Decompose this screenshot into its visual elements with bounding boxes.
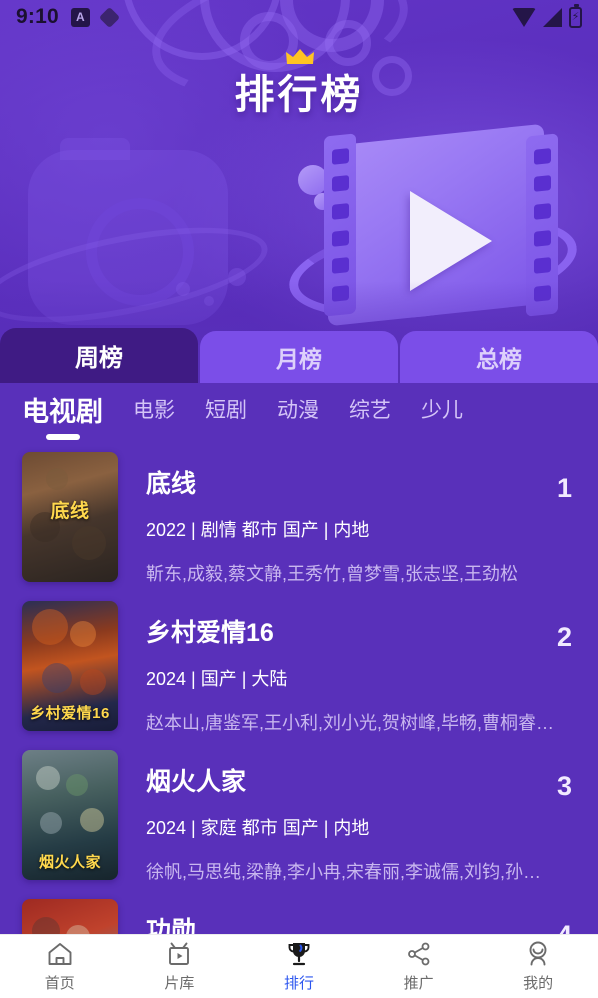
- page-title: 排行榜: [0, 49, 598, 120]
- tab-monthly[interactable]: 月榜: [200, 331, 398, 383]
- list-item[interactable]: 乡村爱情16 乡村爱情16 2024 | 国产 | 大陆 赵本山,唐鉴军,王小利…: [0, 594, 598, 743]
- list-item-cast: 赵本山,唐鉴军,王小利,刘小光,贺树峰,毕畅,曹桐睿,张…: [146, 713, 556, 733]
- battery-charging-icon: ⚡: [569, 3, 582, 28]
- camera-watermark-top: [60, 138, 130, 160]
- tab-overall-label: 总榜: [476, 346, 522, 372]
- poster-thumbnail[interactable]: 功勋: [22, 899, 118, 935]
- list-item-title: 功勋: [146, 917, 197, 935]
- list-item[interactable]: 功勋 功勋 4: [0, 892, 598, 935]
- category-variety-label: 综艺: [349, 399, 391, 422]
- poster-thumbnail[interactable]: 烟火人家: [22, 750, 118, 880]
- category-variety[interactable]: 综艺: [349, 394, 391, 434]
- list-item-info: 功勋: [118, 899, 578, 935]
- nav-item-promotion-label: 推广: [403, 975, 434, 992]
- category-short-drama-label: 短剧: [205, 399, 247, 422]
- rank-number: 4: [556, 920, 572, 935]
- ranking-list[interactable]: 底线 底线 2022 | 剧情 都市 国产 | 内地 靳东,成毅,蔡文静,王秀竹…: [0, 445, 598, 935]
- tab-weekly-label: 周榜: [75, 345, 123, 372]
- list-item-cast: 徐帆,马思纯,梁静,李小冉,宋春丽,李诚儒,刘钧,孙千,王…: [146, 862, 556, 882]
- category-tv-series-label: 电视剧: [22, 396, 103, 427]
- category-anime[interactable]: 动漫: [277, 394, 319, 434]
- page-title-text: 排行榜: [234, 73, 364, 117]
- list-item-info: 底线 2022 | 剧情 都市 国产 | 内地 靳东,成毅,蔡文静,王秀竹,曾梦…: [118, 452, 578, 586]
- app-screen: 排行榜 9:10 A ⚡ 周榜 月榜 总榜 电视剧 电影 短剧 动漫 综艺 少儿: [0, 0, 598, 998]
- hero-banner: 排行榜: [0, 0, 598, 345]
- poster-thumbnail[interactable]: 底线: [22, 452, 118, 582]
- list-item-meta: 2024 | 国产 | 大陆: [146, 669, 288, 689]
- status-bar-left: 9:10 A: [16, 5, 120, 29]
- list-item[interactable]: 烟火人家 烟火人家 2024 | 家庭 都市 国产 | 内地 徐帆,马思纯,梁静…: [0, 743, 598, 892]
- rank-number: 2: [556, 622, 572, 652]
- nav-item-home[interactable]: 首页: [0, 940, 120, 993]
- status-bar: 9:10 A ⚡: [0, 0, 598, 34]
- category-movie-label: 电影: [133, 399, 175, 422]
- poster-title-text: 烟火人家: [38, 854, 101, 871]
- category-kids-label: 少儿: [421, 399, 463, 422]
- rank-number: 1: [556, 473, 572, 503]
- list-item-cast: 靳东,成毅,蔡文静,王秀竹,曾梦雪,张志坚,王劲松: [146, 564, 519, 584]
- category-tv-series[interactable]: 电视剧: [22, 390, 103, 439]
- category-short-drama[interactable]: 短剧: [205, 394, 247, 434]
- diamond-icon: [98, 6, 120, 28]
- poster-thumbnail[interactable]: 乡村爱情16: [22, 601, 118, 731]
- nav-item-home-label: 首页: [44, 975, 75, 992]
- person-icon: [529, 941, 547, 966]
- wifi-icon: [512, 7, 536, 27]
- nav-item-promotion[interactable]: 推广: [359, 940, 479, 993]
- crown-icon: [286, 49, 314, 64]
- nav-item-ranking-label: 排行: [283, 975, 314, 992]
- home-icon: [48, 943, 72, 965]
- list-item-title: 底线: [146, 470, 197, 498]
- nav-item-ranking[interactable]: 排行: [239, 940, 359, 993]
- play-icon: [410, 191, 492, 291]
- tv-icon: [169, 942, 190, 965]
- category-anime-label: 动漫: [277, 399, 319, 422]
- tab-weekly[interactable]: 周榜: [0, 328, 198, 383]
- list-item-meta: 2022 | 剧情 都市 国产 | 内地: [146, 520, 370, 540]
- status-time: 9:10: [16, 5, 59, 28]
- tab-monthly-label: 月榜: [276, 346, 322, 372]
- poster-title-text: 底线: [50, 501, 90, 522]
- rank-number: 3: [556, 771, 572, 801]
- trophy-icon: [288, 943, 310, 966]
- poster-title-text: 乡村爱情16: [30, 705, 110, 722]
- category-movie[interactable]: 电影: [133, 394, 175, 434]
- tab-overall[interactable]: 总榜: [400, 331, 598, 383]
- app-badge-icon: A: [70, 7, 90, 27]
- status-bar-right: ⚡: [512, 3, 582, 28]
- list-item-meta: 2024 | 家庭 都市 国产 | 内地: [146, 818, 370, 838]
- list-item-title: 烟火人家: [146, 768, 247, 796]
- list-item-info: 烟火人家 2024 | 家庭 都市 国产 | 内地 徐帆,马思纯,梁静,李小冉,…: [118, 750, 578, 884]
- nav-item-library-label: 片库: [164, 975, 195, 992]
- nav-item-profile-label: 我的: [523, 975, 554, 992]
- list-item-title: 乡村爱情16: [146, 619, 274, 647]
- period-tabs: 周榜 月榜 总榜: [0, 328, 598, 383]
- cellular-signal-icon: [543, 7, 562, 27]
- category-kids[interactable]: 少儿: [421, 394, 463, 434]
- nav-item-library[interactable]: 片库: [120, 940, 240, 993]
- list-item-info: 乡村爱情16 2024 | 国产 | 大陆 赵本山,唐鉴军,王小利,刘小光,贺树…: [118, 601, 578, 735]
- bottom-navigation: 首页 片库 排行 推广 我的: [0, 934, 598, 998]
- list-item[interactable]: 底线 底线 2022 | 剧情 都市 国产 | 内地 靳东,成毅,蔡文静,王秀竹…: [0, 445, 598, 594]
- nav-item-profile[interactable]: 我的: [478, 940, 598, 993]
- category-tabs: 电视剧 电影 短剧 动漫 综艺 少儿: [0, 383, 598, 445]
- share-icon: [407, 942, 429, 966]
